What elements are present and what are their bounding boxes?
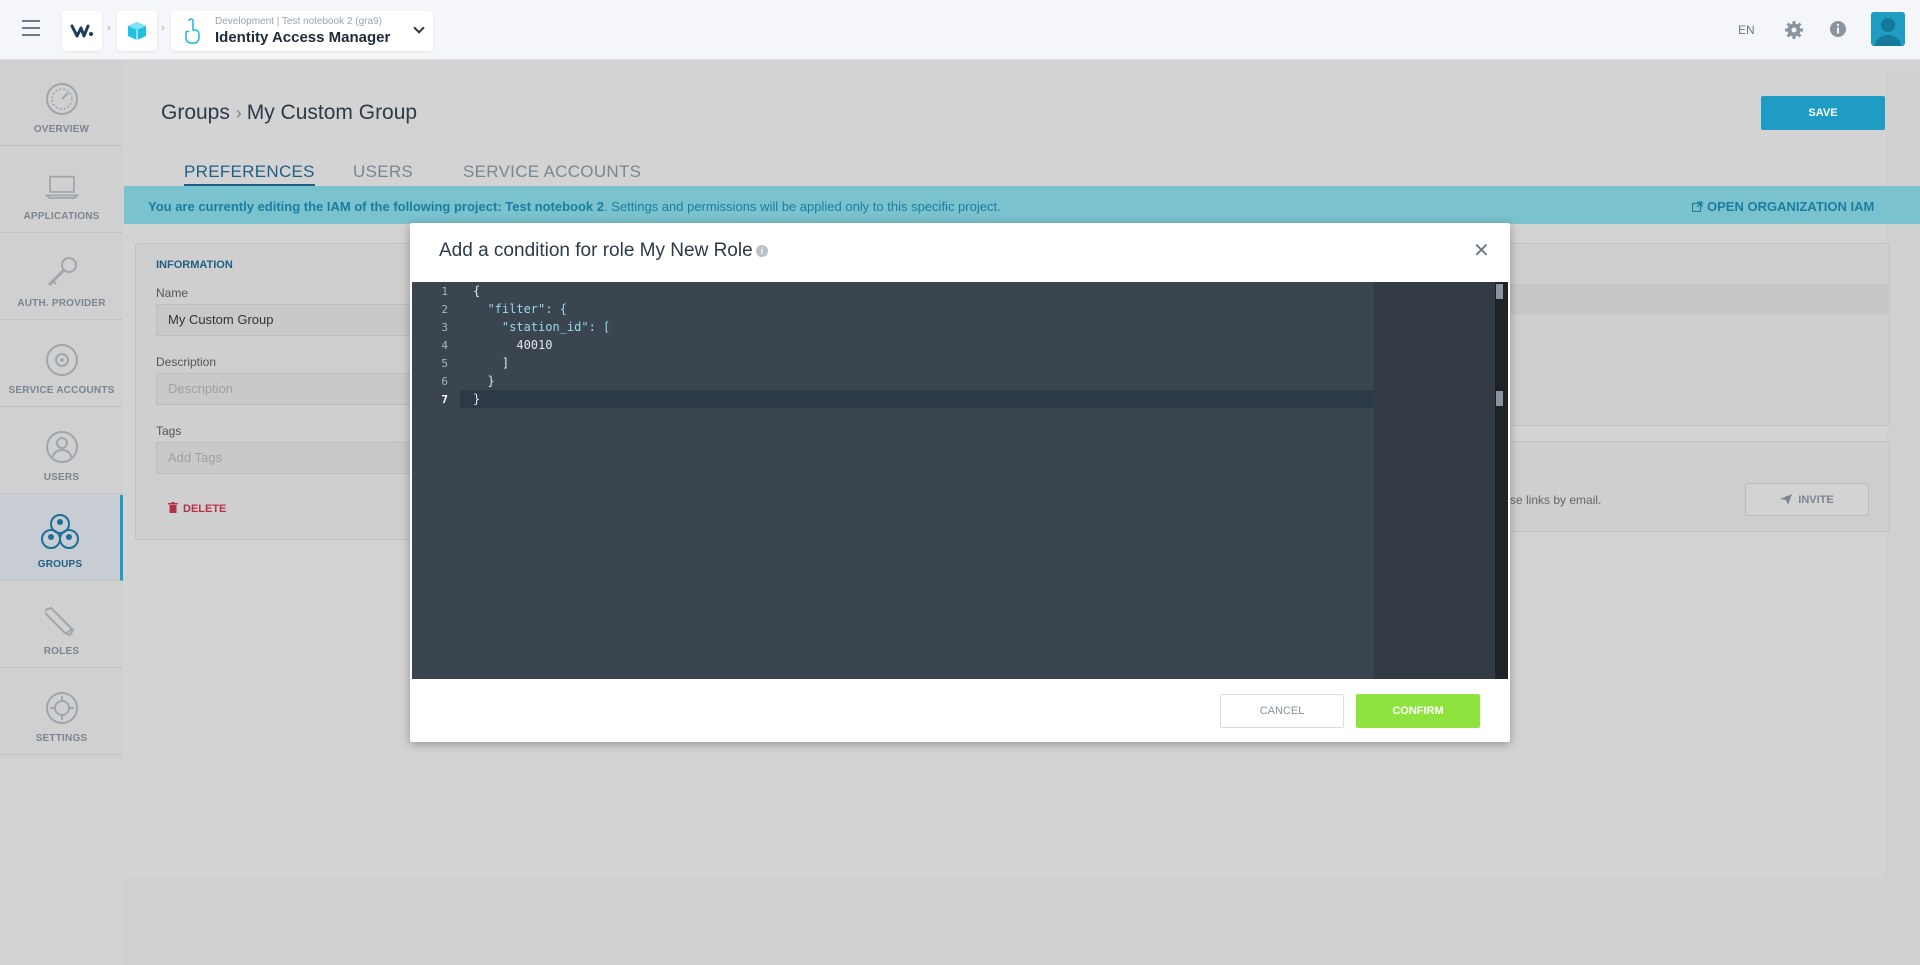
- condition-modal: Add a condition for role My New Role i ✕…: [410, 223, 1510, 742]
- line-number: 2: [441, 303, 448, 316]
- invite-description: se links by email.: [1510, 493, 1602, 507]
- tags-field[interactable]: Add Tags: [156, 442, 446, 474]
- sidebar-item-label: APPLICATIONS: [23, 211, 100, 222]
- code-line: ]: [473, 356, 510, 370]
- top-bar: › › Development | Test notebook 2 (gra9)…: [0, 0, 1920, 60]
- information-heading: INFORMATION: [156, 259, 233, 271]
- paper-plane-icon: [1780, 494, 1793, 505]
- name-label: Name: [156, 286, 189, 300]
- code-line: 40010: [473, 338, 553, 352]
- hand-pointer-icon: [185, 18, 200, 44]
- sidebar-item-applications[interactable]: APPLICATIONS: [0, 147, 123, 233]
- cubes-icon: [128, 22, 146, 40]
- user-avatar[interactable]: [1871, 12, 1905, 46]
- pencil-icon: [44, 606, 74, 637]
- right-card-row: [1500, 284, 1890, 314]
- sidebar-item-label: GROUPS: [37, 559, 83, 570]
- hamburger-menu-icon[interactable]: [22, 20, 40, 36]
- modal-title: Add a condition for role My New Role: [439, 240, 753, 261]
- breadcrumb-current: My Custom Group: [246, 101, 418, 124]
- external-link-icon: [1691, 201, 1703, 213]
- description-label: Description: [156, 355, 217, 369]
- sidebar-item-service-accounts[interactable]: SERVICE ACCOUNTS: [0, 321, 123, 407]
- sidebar-item-label: SETTINGS: [35, 733, 88, 744]
- open-organization-iam-link[interactable]: OPEN ORGANIZATION IAM: [1691, 199, 1875, 214]
- breadcrumb-separator-icon: ›: [107, 22, 111, 34]
- sidebar-item-overview[interactable]: OVERVIEW: [0, 60, 123, 146]
- description-field[interactable]: Description: [156, 373, 446, 405]
- breadcrumb-separator-icon: ›: [161, 22, 165, 34]
- open-organization-iam-label: OPEN ORGANIZATION IAM: [1707, 199, 1875, 214]
- sidebar-item-roles[interactable]: ROLES: [0, 582, 123, 668]
- sidebar-item-settings[interactable]: SETTINGS: [0, 669, 123, 755]
- code-line: "filter": {: [473, 302, 567, 316]
- line-number: 5: [441, 357, 448, 370]
- brand-logo-icon: [70, 24, 93, 38]
- delete-label: DELETE: [183, 503, 227, 515]
- user-silhouette-icon: [1875, 18, 1901, 46]
- key-icon: [47, 257, 77, 287]
- line-number: 4: [441, 339, 448, 352]
- page-title: Groups › My Custom Group: [161, 101, 417, 125]
- editor-scrollbar[interactable]: [1495, 282, 1508, 679]
- speedometer-icon: [45, 83, 78, 115]
- line-number-active: 7: [441, 393, 448, 406]
- banner-message: You are currently editing the IAM of the…: [148, 199, 1001, 214]
- info-icon[interactable]: [1829, 20, 1847, 38]
- sidebar-item-label: ROLES: [43, 646, 80, 657]
- code-line: }: [473, 392, 481, 406]
- sidebar-nav: OVERVIEW APPLICATIONS AUTH. PROVIDER SER…: [0, 60, 123, 760]
- line-number: 3: [441, 321, 448, 334]
- save-button[interactable]: SAVE: [1761, 96, 1885, 130]
- right-card-top: [1500, 243, 1890, 426]
- active-line-highlight: [460, 390, 1374, 408]
- chevron-down-icon: [413, 22, 425, 34]
- breadcrumb-separator-icon: ›: [235, 103, 247, 123]
- scrollbar-cursor-marker: [1496, 391, 1503, 406]
- tab-preferences[interactable]: PREFERENCES: [184, 162, 315, 186]
- banner-message-bold: You are currently editing the IAM of the…: [148, 199, 604, 214]
- sidebar-item-label: OVERVIEW: [33, 124, 90, 135]
- code-editor[interactable]: 1 2 3 4 5 6 7 { "filter": { "station_id"…: [412, 282, 1508, 679]
- banner-message-rest: . Settings and permissions will be appli…: [603, 199, 1001, 214]
- invite-label: INVITE: [1798, 493, 1834, 506]
- tab-service-accounts[interactable]: SERVICE ACCOUNTS: [463, 162, 641, 182]
- sidebar-item-label: AUTH. PROVIDER: [17, 298, 106, 309]
- cancel-button[interactable]: CANCEL: [1220, 694, 1344, 728]
- code-line: {: [473, 284, 481, 298]
- project-environment: Development | Test notebook 2 (gra9): [215, 15, 382, 27]
- laptop-icon: [44, 175, 79, 199]
- sidebar-item-auth-provider[interactable]: AUTH. PROVIDER: [0, 234, 123, 320]
- breadcrumb-root[interactable]: Groups: [161, 101, 230, 124]
- line-number: 6: [441, 375, 448, 388]
- trash-icon: [168, 502, 178, 513]
- platform-button[interactable]: [117, 11, 157, 51]
- sidebar-item-groups[interactable]: GROUPS: [0, 495, 123, 581]
- code-line: }: [473, 374, 495, 388]
- language-selector[interactable]: EN: [1738, 23, 1755, 37]
- sidebar-item-label: USERS: [43, 472, 80, 483]
- sidebar-item-label: SERVICE ACCOUNTS: [8, 385, 115, 396]
- delete-button[interactable]: DELETE: [168, 502, 226, 515]
- sidebar-item-users[interactable]: USERS: [0, 408, 123, 494]
- logo-button[interactable]: [62, 11, 102, 51]
- tags-label: Tags: [156, 424, 182, 438]
- tab-users[interactable]: USERS: [353, 162, 413, 182]
- user-icon: [45, 431, 78, 463]
- project-selector[interactable]: Development | Test notebook 2 (gra9) Ide…: [171, 11, 433, 51]
- close-icon[interactable]: ✕: [1473, 238, 1490, 263]
- info-icon[interactable]: i: [756, 245, 768, 257]
- code-line: "station_id": [: [473, 320, 611, 334]
- name-field[interactable]: My Custom Group: [156, 304, 446, 336]
- confirm-button[interactable]: CONFIRM: [1356, 694, 1480, 728]
- gear-icon: [45, 692, 78, 724]
- project-title: Identity Access Manager: [215, 28, 391, 46]
- groups-icon: [41, 514, 79, 549]
- gear-icon[interactable]: [1784, 20, 1804, 40]
- service-account-icon: [45, 344, 78, 376]
- code-minimap[interactable]: [1374, 282, 1495, 679]
- line-number: 1: [441, 285, 448, 298]
- invite-button[interactable]: INVITE: [1745, 483, 1869, 516]
- scrollbar-thumb[interactable]: [1496, 284, 1503, 299]
